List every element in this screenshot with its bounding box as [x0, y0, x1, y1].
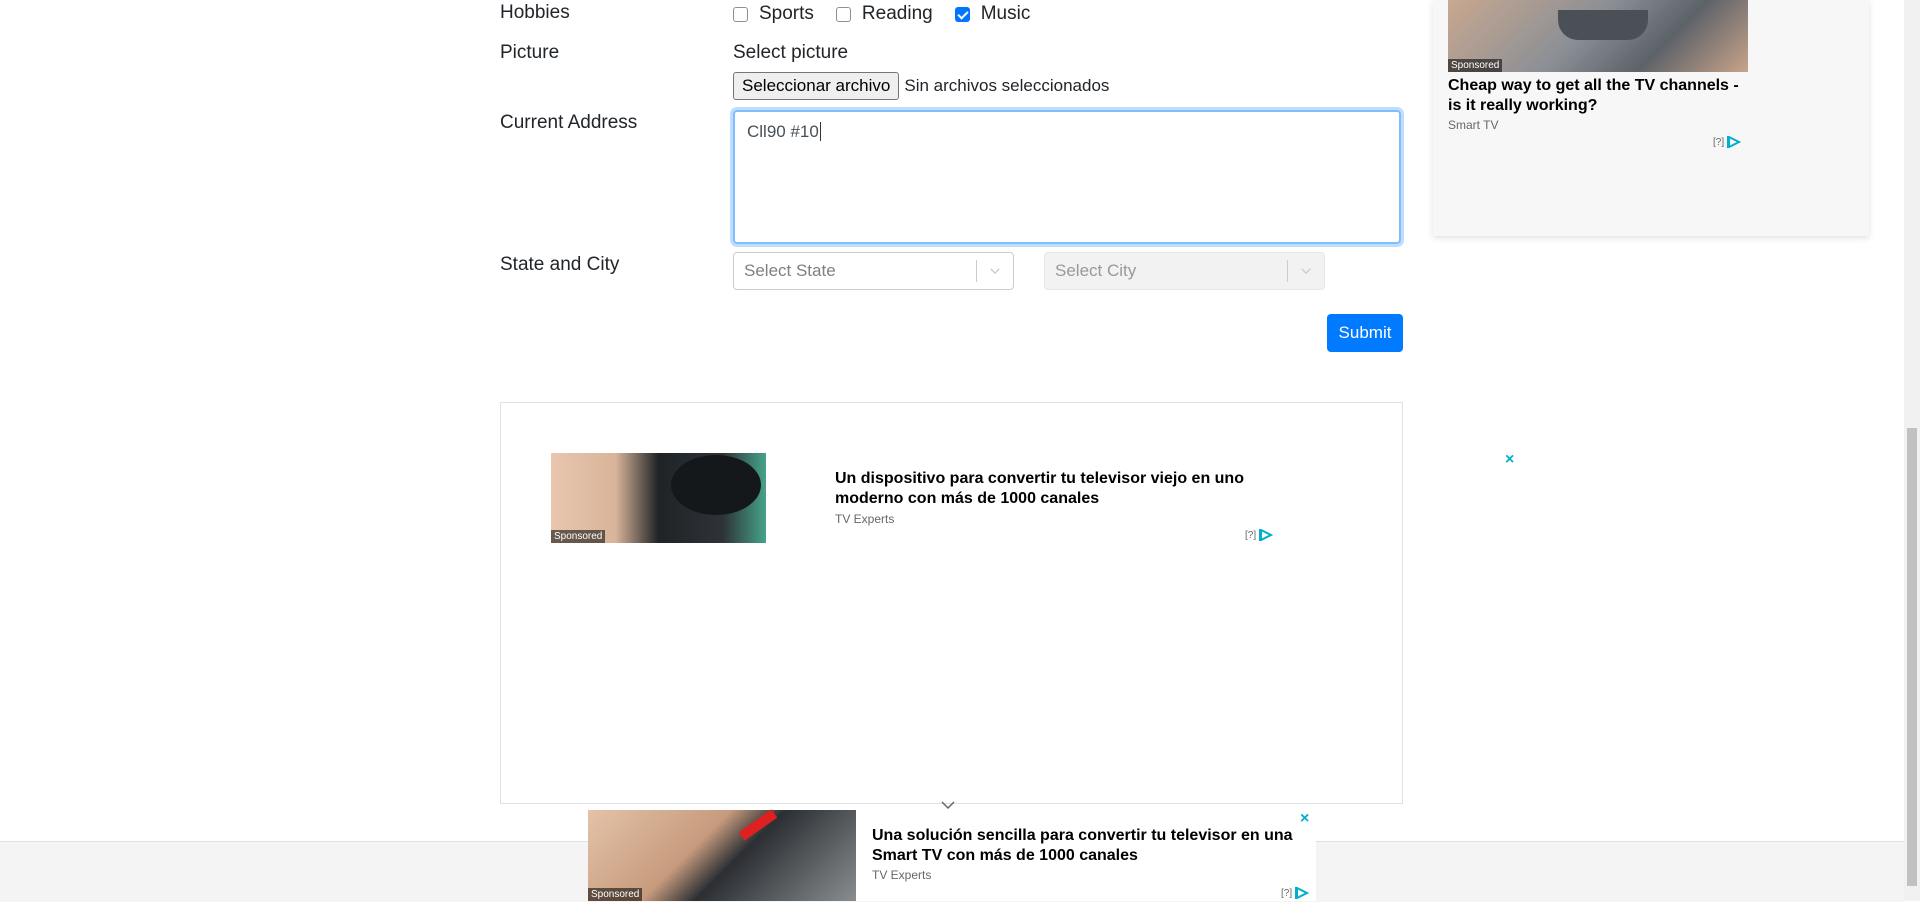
main-ad-sponsored: Sponsored: [551, 530, 606, 543]
side-ad[interactable]: Sponsored Cheap way to get all the TV ch…: [1433, 0, 1869, 236]
main-ad-title[interactable]: Un dispositivo para convertir tu televis…: [835, 469, 1265, 509]
hobbies-group: Sports Reading Music: [733, 3, 1052, 25]
current-address-textarea[interactable]: Cll90 #10: [733, 110, 1401, 244]
bottom-ad-close-icon[interactable]: ×: [1300, 810, 1309, 828]
main-ad-box: Sponsored Un dispositivo para convertir …: [500, 402, 1403, 810]
side-ad-sponsored: Sponsored: [1448, 59, 1503, 72]
reading-label[interactable]: Reading: [862, 3, 933, 25]
hobbies-label: Hobbies: [500, 2, 570, 23]
state-placeholder: Select State: [744, 261, 836, 280]
bottom-ad-image[interactable]: Sponsored: [588, 809, 856, 901]
music-label[interactable]: Music: [981, 3, 1031, 25]
city-select[interactable]: Select City: [1044, 252, 1325, 290]
chevron-down-icon: [977, 264, 1013, 278]
bottom-ad-source[interactable]: TV Experts: [872, 868, 931, 882]
current-address-value: Cll90 #10: [747, 122, 819, 141]
bottom-ad-sponsored: Sponsored: [588, 888, 643, 901]
bottom-ad-adchoice[interactable]: [?]: [1281, 887, 1310, 899]
city-placeholder: Select City: [1055, 261, 1137, 280]
side-ad-adchoice[interactable]: [?]: [1713, 136, 1742, 148]
file-upload: Seleccionar archivo Sin archivos selecci…: [733, 72, 1109, 100]
file-status: Sin archivos seleccionados: [904, 76, 1110, 95]
sports-label[interactable]: Sports: [759, 3, 814, 25]
chevron-down-icon: [1288, 264, 1324, 278]
adchoices-icon: [1259, 529, 1274, 541]
submit-button[interactable]: Submit: [1327, 314, 1403, 352]
music-checkbox[interactable]: [954, 6, 970, 22]
main-ad-source[interactable]: TV Experts: [835, 512, 894, 526]
current-address-label: Current Address: [500, 112, 638, 133]
main-ad-image[interactable]: Sponsored: [551, 453, 766, 543]
choose-file-button[interactable]: Seleccionar archivo: [733, 72, 900, 100]
reading-checkbox[interactable]: [835, 6, 851, 22]
main-ad-adchoice[interactable]: [?]: [1245, 529, 1274, 541]
side-ad-source[interactable]: Smart TV: [1448, 118, 1498, 132]
main-ad-close-icon[interactable]: ×: [1505, 451, 1514, 469]
sports-checkbox[interactable]: [733, 6, 748, 22]
side-ad-image[interactable]: Sponsored: [1448, 0, 1748, 72]
state-city-label: State and City: [500, 254, 620, 275]
side-ad-title[interactable]: Cheap way to get all the TV channels - i…: [1448, 76, 1748, 116]
state-select[interactable]: Select State: [733, 252, 1014, 290]
vertical-scrollbar[interactable]: [1904, 0, 1920, 901]
scrollbar-thumb[interactable]: [1907, 428, 1917, 886]
picture-label: Picture: [500, 42, 560, 63]
adchoices-icon: [1295, 887, 1310, 899]
adchoices-icon: [1727, 136, 1742, 148]
bottom-ad-title[interactable]: Una solución sencilla para convertir tu …: [872, 826, 1302, 866]
bottom-ad[interactable]: Sponsored Una solución sencilla para con…: [588, 809, 1316, 901]
picture-text: Select picture: [733, 42, 849, 63]
